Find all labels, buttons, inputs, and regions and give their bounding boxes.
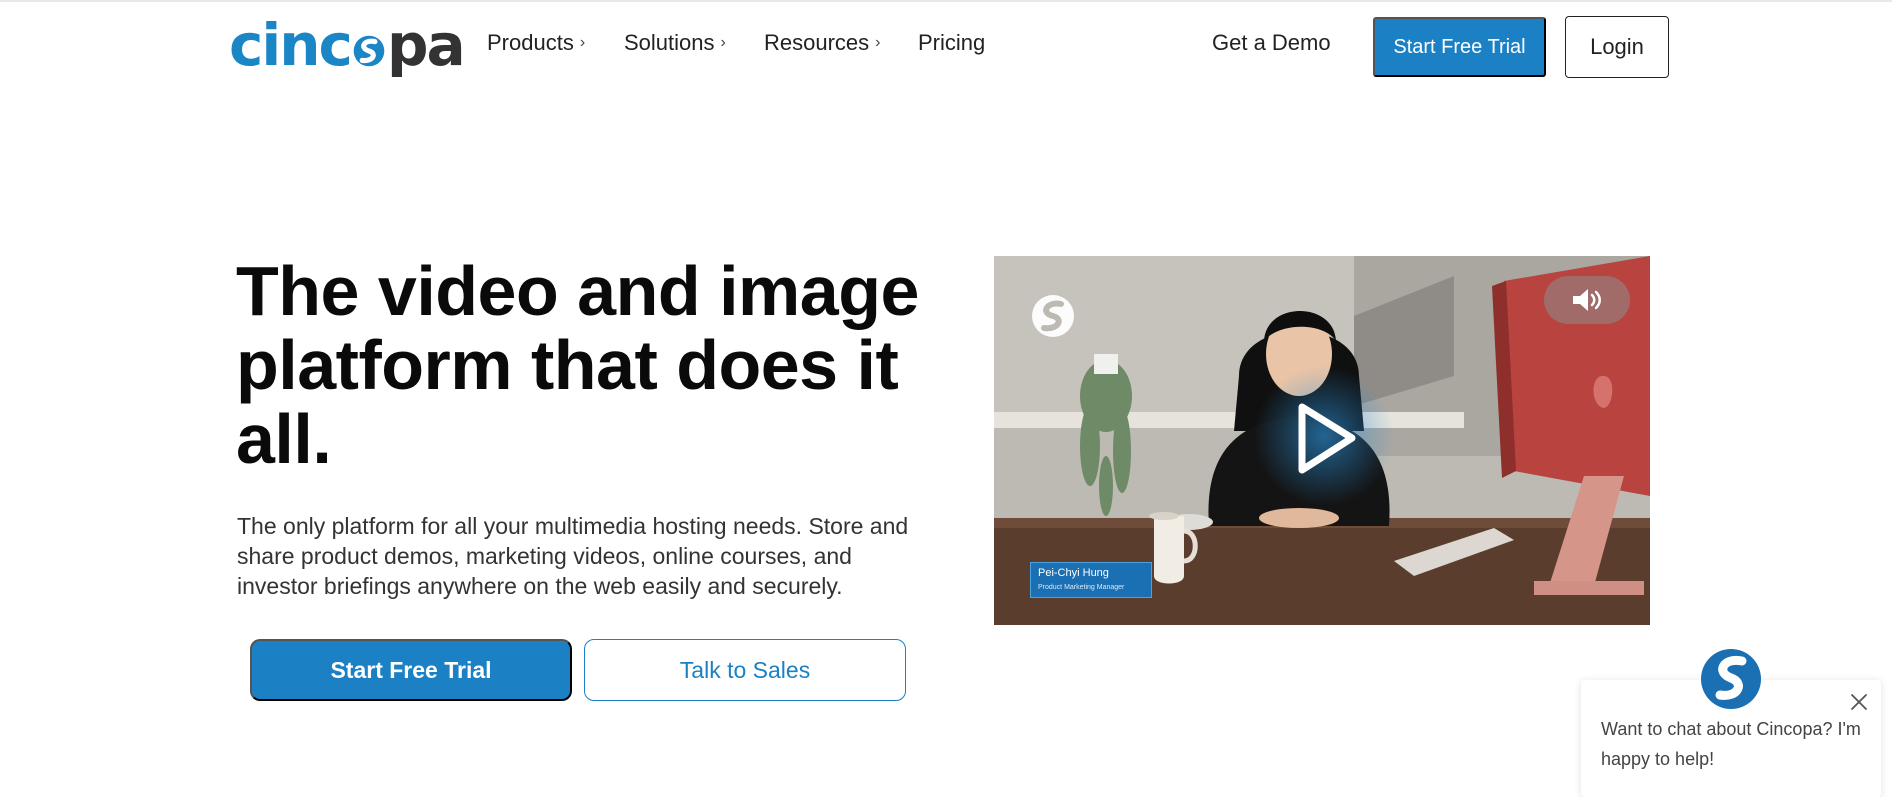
get-demo-link[interactable]: Get a Demo	[1212, 30, 1331, 56]
nav-solutions-label: Solutions	[624, 30, 715, 55]
play-icon[interactable]	[1290, 401, 1360, 476]
cincopa-s-icon	[353, 35, 385, 67]
close-icon[interactable]	[1847, 690, 1871, 714]
presenter-role: Product Marketing Manager	[1038, 584, 1125, 591]
video-player[interactable]: Pei-Chyi Hung Product Marketing Manager	[994, 256, 1650, 625]
top-navigation: cinc pa Products › Solutions › Resources…	[0, 0, 1892, 92]
speaker-icon	[1573, 289, 1601, 311]
chat-message: Want to chat about Cincopa? I'm happy to…	[1601, 719, 1861, 769]
login-button[interactable]: Login	[1565, 16, 1669, 78]
mute-toggle-button[interactable]	[1544, 276, 1630, 324]
chevron-right-icon: ›	[875, 34, 881, 51]
cincopa-logo[interactable]: cinc pa	[229, 11, 466, 79]
hero-start-free-trial-button[interactable]: Start Free Trial	[250, 639, 572, 701]
nav-resources-label: Resources	[764, 30, 870, 55]
nav-products-label: Products	[487, 30, 574, 55]
cincopa-avatar-icon[interactable]	[1700, 648, 1762, 710]
chevron-right-icon: ›	[579, 34, 586, 51]
start-free-trial-button[interactable]: Start Free Trial	[1373, 17, 1546, 77]
nav-resources[interactable]: Resources ›	[764, 30, 880, 56]
nav-products[interactable]: Products ›	[487, 30, 585, 56]
chevron-right-icon: ›	[720, 34, 726, 51]
logo-text-start: cinc	[229, 11, 353, 79]
nav-pricing-label: Pricing	[918, 30, 986, 55]
presenter-caption: Pei-Chyi Hung Product Marketing Manager	[1030, 562, 1152, 598]
hero-title: The video and image platform that does i…	[236, 252, 919, 478]
talk-to-sales-button[interactable]: Talk to Sales	[584, 639, 906, 701]
nav-pricing[interactable]: Pricing	[918, 30, 985, 56]
hero-subtitle: The only platform for all your multimedi…	[237, 513, 909, 599]
nav-solutions[interactable]: Solutions ›	[624, 30, 726, 56]
logo-text-end: pa	[386, 11, 466, 79]
presenter-name: Pei-Chyi Hung	[1038, 567, 1109, 579]
cincopa-watermark-icon	[1032, 295, 1074, 337]
